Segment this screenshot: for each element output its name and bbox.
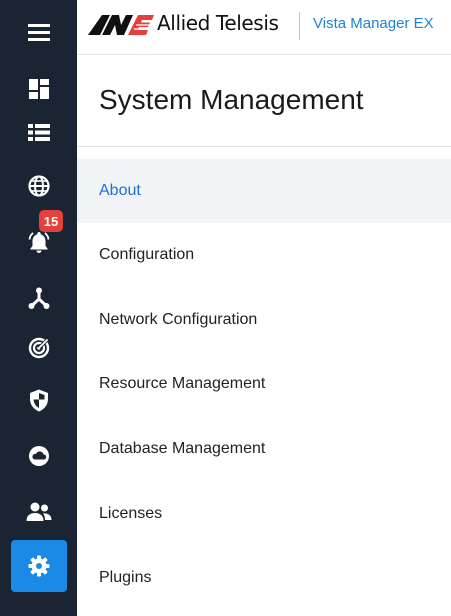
nav-list-button[interactable]: [11, 106, 67, 158]
title-divider: [77, 146, 451, 147]
menu-item-plugins[interactable]: Plugins: [77, 546, 451, 610]
menu-icon: [28, 24, 50, 41]
notification-count-badge: 15: [39, 210, 63, 232]
menu-item-label: Network Configuration: [99, 311, 258, 328]
bell-icon: [28, 232, 50, 253]
nav-users-button[interactable]: [11, 486, 67, 538]
menu-item-label: Configuration: [99, 246, 195, 263]
brand-name: Allied Telesis: [157, 11, 279, 35]
top-header: Allied Telesis Vista Manager EX: [77, 0, 451, 55]
wireless-icon: [28, 337, 50, 359]
cloud-icon: [29, 446, 49, 466]
nav-wireless-button[interactable]: [11, 322, 67, 374]
gear-icon: [28, 555, 50, 577]
menu-item-database-management[interactable]: Database Management: [77, 417, 451, 481]
globe-icon: [28, 175, 50, 197]
header-divider: [299, 12, 300, 40]
menu-item-resource-management[interactable]: Resource Management: [77, 352, 451, 416]
allied-telesis-logo: [88, 13, 154, 42]
nav-security-button[interactable]: [11, 374, 67, 426]
menu-toggle-button[interactable]: [11, 6, 67, 58]
menu-item-label: Licenses: [99, 505, 163, 522]
menu-item-label: About: [99, 182, 141, 199]
left-nav-rail: 15: [0, 0, 77, 616]
nav-globe-button[interactable]: [11, 160, 67, 212]
menu-item-licenses[interactable]: Licenses: [77, 482, 451, 546]
menu-item-about[interactable]: About: [77, 159, 451, 223]
list-icon: [28, 123, 50, 141]
menu-item-label: Database Management: [99, 440, 266, 457]
users-icon: [26, 502, 52, 521]
product-name: Vista Manager EX: [313, 15, 434, 32]
menu-item-configuration[interactable]: Configuration: [77, 223, 451, 287]
shield-icon: [30, 389, 48, 411]
nav-settings-button[interactable]: [11, 540, 67, 592]
nav-cloud-button[interactable]: [11, 430, 67, 482]
topology-icon: [28, 287, 50, 309]
menu-item-label: Plugins: [99, 569, 152, 586]
nav-topology-button[interactable]: [11, 272, 67, 324]
page-title: System Management: [99, 84, 364, 115]
menu-item-label: Resource Management: [99, 375, 266, 392]
dashboard-icon: [29, 79, 49, 99]
menu-item-network-configuration[interactable]: Network Configuration: [77, 288, 451, 352]
